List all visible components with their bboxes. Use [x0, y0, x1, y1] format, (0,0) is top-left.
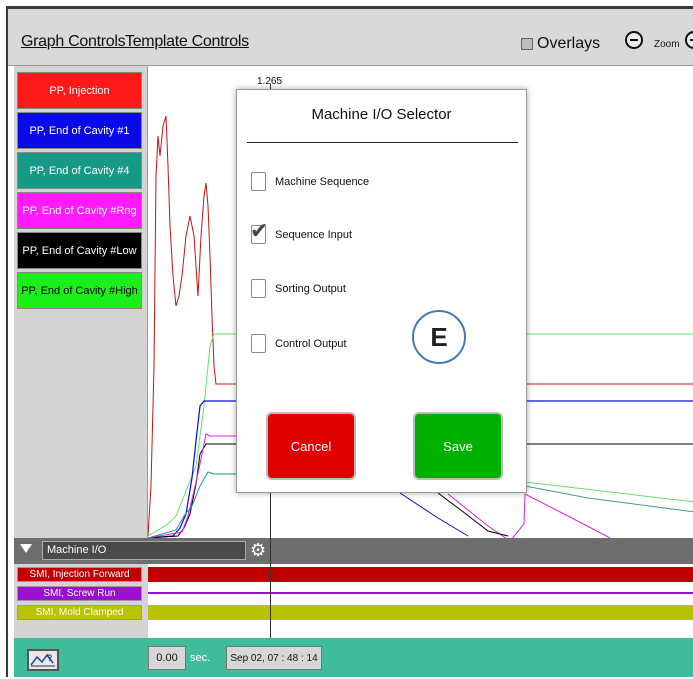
overlays-toggle[interactable]: Overlays [521, 35, 600, 53]
wave-icon [30, 653, 55, 667]
io-source-select[interactable]: Machine I/O [42, 541, 246, 560]
gear-icon[interactable]: ⚙ [250, 541, 266, 559]
zoom-in-icon[interactable] [685, 31, 693, 49]
legend-label: PP, End of Cavity #Rng [22, 204, 137, 217]
collapse-triangle-icon[interactable] [20, 544, 32, 553]
legend-label: PP, Injection [49, 84, 110, 97]
io-signal-mold-clamped[interactable]: SMI, Mold Clamped [17, 605, 142, 620]
io-signal-injection-forward[interactable]: SMI, Injection Forward [17, 567, 142, 582]
legend-item-cavity-high[interactable]: PP, End of Cavity #High [17, 272, 142, 309]
cursor-value: 1.265 [257, 76, 283, 87]
template-controls-menu[interactable]: Template Controls [125, 33, 249, 51]
checkbox[interactable]: ✔ [250, 220, 268, 244]
track-screw-run [148, 592, 693, 594]
io-signal-labels: SMI, Injection Forward SMI, Screw Run SM… [14, 564, 148, 638]
option-machine-sequence[interactable]: Machine Sequence [251, 172, 369, 191]
overlays-checkbox[interactable] [521, 38, 533, 50]
option-label: Control Output [275, 337, 347, 350]
io-signal-label: SMI, Mold Clamped [35, 607, 124, 618]
option-control-output[interactable]: Control Output [251, 334, 347, 353]
graph-help-icon[interactable]: ? [27, 649, 59, 671]
annotation-marker: E [412, 310, 466, 364]
io-signal-label: SMI, Screw Run [43, 588, 116, 599]
trace-cavity-high-tail [524, 481, 693, 503]
option-sorting-output[interactable]: Sorting Output [251, 279, 346, 298]
legend-label: PP, End of Cavity #1 [29, 124, 130, 137]
io-signal-screw-run[interactable]: SMI, Screw Run [17, 586, 142, 601]
graph-controls-menu[interactable]: Graph Controls [21, 33, 126, 51]
zoom-label: Zoom [654, 39, 680, 50]
zoom-out-icon[interactable] [625, 31, 643, 49]
checkbox[interactable] [251, 334, 266, 353]
menubar: Graph Controls Template Controls Overlay… [8, 9, 693, 66]
legend-item-cavity-1[interactable]: PP, End of Cavity #1 [17, 112, 142, 149]
help-mark: ? [47, 653, 53, 663]
checkmark-icon: ✔ [250, 218, 269, 243]
status-footer: ? 0.00 sec. Sep 02, 07 : 48 : 14 [14, 638, 693, 677]
time-value[interactable]: 0.00 [148, 646, 186, 670]
legend-label: PP, End of Cavity #4 [29, 164, 130, 177]
divider [247, 142, 518, 143]
option-label: Machine Sequence [275, 175, 370, 188]
option-label: Sorting Output [275, 282, 346, 295]
checkbox[interactable] [251, 172, 266, 191]
io-signal-label: SMI, Injection Forward [29, 569, 130, 580]
io-panel-header: Machine I/O ⚙ [14, 538, 693, 564]
track-mold-clamped [148, 605, 693, 620]
trace-cavity-rng-tail [524, 493, 611, 539]
legend-item-injection[interactable]: PP, Injection [17, 72, 142, 109]
machine-io-selector-dialog: Machine I/O Selector Machine Sequence ✔ … [236, 89, 527, 493]
trace-cavity-1-tail [399, 492, 469, 537]
dialog-title: Machine I/O Selector [311, 106, 452, 123]
track-injection-forward [148, 567, 693, 582]
legend-label: PP, End of Cavity #Low [22, 244, 137, 257]
time-unit: sec. [190, 652, 211, 664]
overlays-label: Overlays [537, 35, 601, 52]
trace-cavity-rng [147, 433, 236, 539]
legend-panel: PP, Injection PP, End of Cavity #1 PP, E… [14, 66, 148, 538]
legend-item-cavity-4[interactable]: PP, End of Cavity #4 [17, 152, 142, 189]
timestamp: Sep 02, 07 : 48 : 14 [226, 646, 322, 670]
checkbox[interactable] [251, 279, 266, 298]
save-button[interactable]: Save [413, 412, 503, 480]
legend-item-cavity-rng[interactable]: PP, End of Cavity #Rng [17, 192, 142, 229]
app-window: Graph Controls Template Controls Overlay… [6, 6, 693, 677]
legend-label: PP, End of Cavity #High [21, 284, 138, 297]
legend-item-cavity-low[interactable]: PP, End of Cavity #Low [17, 232, 142, 269]
io-signal-tracks [148, 564, 693, 638]
option-label: Sequence Input [275, 228, 353, 241]
cancel-button[interactable]: Cancel [266, 412, 356, 480]
option-sequence-input[interactable]: ✔ Sequence Input [250, 220, 353, 244]
